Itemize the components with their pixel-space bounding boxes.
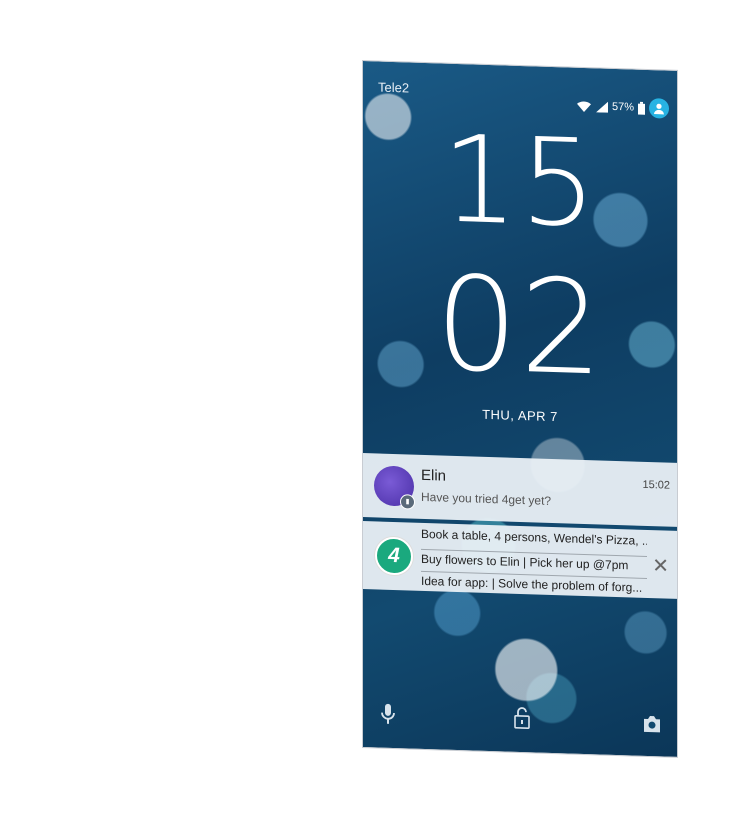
user-avatar-icon[interactable] [649,98,669,119]
lockscreen-date: THU, APR 7 [482,406,558,425]
lockscreen: Tele2 57% 15 02 THU, APR 7 ▮ Elin Have y… [362,60,678,758]
wifi-icon [576,99,592,113]
task-item[interactable]: Buy flowers to Elin | Pick her up @7pm [421,548,647,573]
signal-icon [595,101,608,113]
notification-text: Have you tried 4get yet? [421,489,552,508]
message-badge-icon: ▮ [400,494,415,510]
dismiss-notification-button[interactable]: ✕ [652,553,669,579]
unlock-icon[interactable] [514,707,530,735]
message-notification[interactable]: ▮ Elin Have you tried 4get yet? 15:02 [363,453,677,527]
camera-icon[interactable] [642,715,662,739]
task-notification[interactable]: 4 Book a table, 4 persons, Wendel's Pizz… [363,521,677,599]
app-logo-icon: 4 [375,536,413,576]
task-item[interactable]: Book a table, 4 persons, Wendel's Pizza,… [421,527,647,548]
battery-percent: 57% [611,100,634,114]
battery-icon [638,101,645,115]
carrier-name: Tele2 [378,79,410,96]
notification-sender: Elin [421,466,447,485]
clock-minute: 02 [435,247,605,405]
microphone-icon[interactable] [381,703,395,730]
clock-hour: 15 [441,110,599,255]
task-item[interactable]: Idea for app: | Solve the problem of for… [421,570,647,595]
notification-time: 15:02 [642,478,670,492]
